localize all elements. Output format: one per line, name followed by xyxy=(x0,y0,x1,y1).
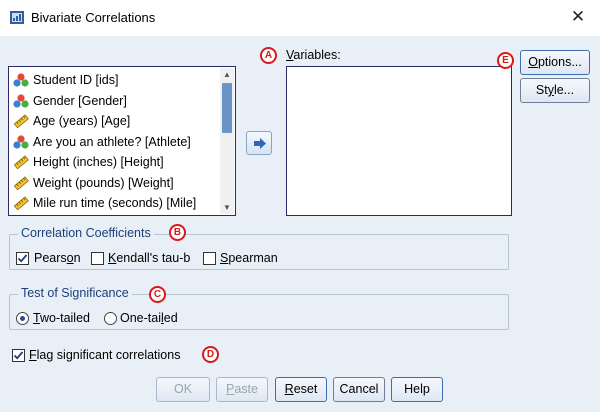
close-button[interactable]: ✕ xyxy=(564,4,592,30)
help-button[interactable]: Help xyxy=(391,377,443,402)
one-tailed-label: One-tailed xyxy=(120,311,178,325)
kendall-label-text: endall's tau-b xyxy=(116,251,191,265)
spearman-label-text: pearman xyxy=(228,251,278,265)
scroll-down-arrow-icon[interactable]: ▼ xyxy=(220,201,234,214)
variables-list[interactable] xyxy=(286,66,512,216)
source-variable-label: Mile run time (seconds) [Mile] xyxy=(33,196,197,210)
nominal-icon xyxy=(13,134,29,149)
cancel-button[interactable]: Cancel xyxy=(333,377,385,402)
move-variable-button[interactable] xyxy=(246,131,272,155)
spearman-label: Spearman xyxy=(220,251,278,265)
kendall-checkbox[interactable] xyxy=(91,252,104,265)
pearson-label: Pearson xyxy=(34,251,81,265)
two-tailed-label: Two-tailed xyxy=(33,311,90,325)
right-arrow-icon xyxy=(254,138,266,149)
ok-button[interactable]: OK xyxy=(156,377,210,402)
scale-ruler-icon xyxy=(13,196,29,210)
flag-mnemonic: F xyxy=(29,348,37,362)
scale-ruler-icon xyxy=(13,155,29,169)
paste-label: aste xyxy=(234,382,258,396)
annotation-badge-a: A xyxy=(260,47,277,64)
options-button[interactable]: Options... xyxy=(520,50,590,75)
source-variable-label: Weight (pounds) [Weight] xyxy=(33,175,174,190)
annotation-badge-d: D xyxy=(202,346,219,363)
source-list-scrollbar[interactable]: ▲ ▼ xyxy=(220,68,234,214)
correlation-coefficients-title: Correlation Coefficients xyxy=(18,226,154,240)
style-label-start: St xyxy=(535,83,548,97)
pearson-label-start: Pears xyxy=(34,251,67,265)
test-of-significance-title: Test of Significance xyxy=(18,286,132,300)
paste-button[interactable]: Paste xyxy=(216,377,268,402)
annotation-badge-e: E xyxy=(497,52,514,69)
source-variable-label: Height (inches) [Height] xyxy=(33,155,164,169)
source-variable-label: Gender [Gender] xyxy=(33,93,127,108)
source-variable-list[interactable]: Student ID [ids] Gender [Gender] Age (year… xyxy=(8,66,236,216)
style-label-end: le... xyxy=(553,83,575,97)
reset-label: eset xyxy=(293,382,318,396)
dialog-body: Student ID [ids] Gender [Gender] Age (year… xyxy=(0,36,600,412)
kendall-label: Kendall's tau-b xyxy=(108,251,190,265)
scroll-thumb[interactable] xyxy=(222,83,232,133)
annotation-badge-b: B xyxy=(169,224,186,241)
two-tailed-radio[interactable] xyxy=(16,312,29,325)
window-title: Bivariate Correlations xyxy=(31,10,156,25)
scale-ruler-icon xyxy=(13,114,29,128)
variables-label: Variables: xyxy=(286,48,341,62)
style-button[interactable]: Style... xyxy=(520,78,590,103)
variables-label-text: ariables: xyxy=(293,48,341,62)
nominal-icon xyxy=(13,93,29,108)
checkmark-icon xyxy=(17,254,28,263)
pearson-mnemonic: o xyxy=(66,251,74,265)
two-tailed-label-text: wo-tailed xyxy=(39,311,90,325)
title-bar: Bivariate Correlations ✕ xyxy=(0,0,600,36)
scale-ruler-icon xyxy=(13,175,29,190)
flag-significant-label: Flag significant correlations xyxy=(29,348,180,362)
one-tailed-label-start: One-tai xyxy=(120,311,161,325)
source-variable-label: Age (years) [Age] xyxy=(33,114,131,128)
reset-button[interactable]: Reset xyxy=(275,377,327,402)
reset-mnemonic: R xyxy=(284,382,294,396)
source-variable-label: Student ID [ids] xyxy=(33,73,119,87)
scroll-up-arrow-icon[interactable]: ▲ xyxy=(220,68,234,81)
radio-selected-dot xyxy=(20,316,25,321)
checkmark-icon xyxy=(13,351,24,360)
spearman-checkbox[interactable] xyxy=(203,252,216,265)
options-label: ptions... xyxy=(537,55,582,69)
nominal-icon xyxy=(13,73,29,87)
pearson-checkbox[interactable] xyxy=(16,252,29,265)
one-tailed-radio[interactable] xyxy=(104,312,117,325)
annotation-badge-c: C xyxy=(149,286,166,303)
options-mnemonic: O xyxy=(528,55,538,69)
flag-significant-checkbox[interactable] xyxy=(12,349,25,362)
source-variable-label: Are you an athlete? [Athlete] xyxy=(33,134,191,149)
pearson-label-end: n xyxy=(73,251,81,265)
flag-label-text: lag significant correlations xyxy=(36,348,181,362)
one-tailed-label-end: ed xyxy=(163,311,178,325)
two-tailed-mnemonic: T xyxy=(33,311,40,325)
app-chart-icon xyxy=(10,11,24,24)
